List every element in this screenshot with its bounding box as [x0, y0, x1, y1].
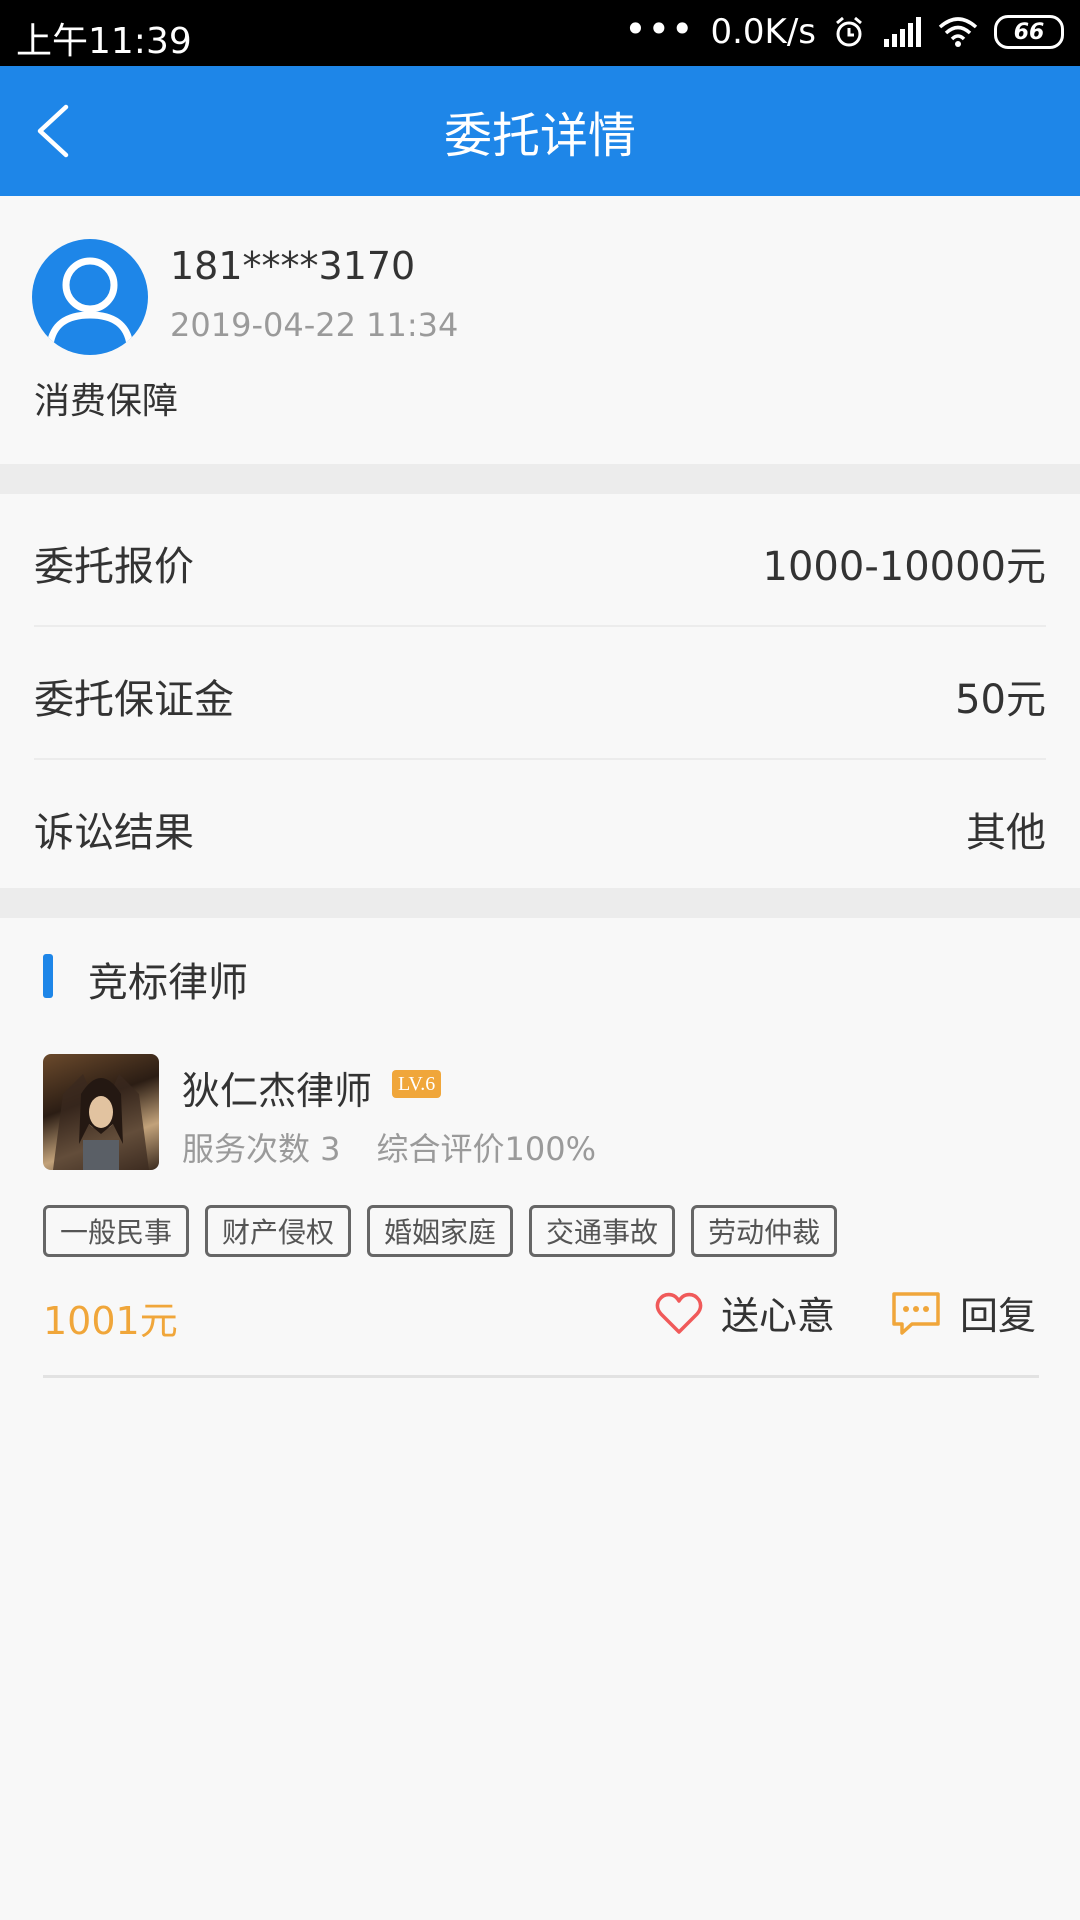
bidding-lawyers-header: 竞标律师 — [0, 918, 1080, 1038]
battery-level: 66 — [1013, 19, 1045, 45]
lawyer-stats: 服务次数 3 综合评价100% — [182, 1124, 596, 1170]
specialty-tag: 财产侵权 — [205, 1205, 352, 1257]
lawyer-portrait-image — [53, 1074, 149, 1170]
chat-bubble-icon — [892, 1291, 940, 1335]
app-bar: 委托详情 — [0, 66, 1080, 196]
reply-label: 回复 — [960, 1294, 1037, 1338]
bid-price: 1001元 — [43, 1299, 178, 1343]
client-phone: 181****3170 — [170, 244, 416, 288]
send-gift-button[interactable]: 送心意 — [655, 1285, 835, 1340]
info-row-result: 诉讼结果 其他 — [34, 760, 1046, 893]
battery-icon: 66 — [994, 15, 1064, 49]
info-value: 其他 — [966, 810, 1046, 856]
net-speed: 0.0K/s — [710, 12, 816, 52]
page-title: 委托详情 — [443, 108, 636, 164]
case-category: 消费保障 — [34, 381, 179, 422]
user-icon — [46, 257, 134, 346]
status-icons: ••• 0.0K/s 66 — [624, 7, 1064, 52]
section-divider — [0, 464, 1080, 494]
wifi-icon — [938, 17, 978, 47]
lawyer-name[interactable]: 狄仁杰律师 — [182, 1060, 372, 1115]
specialty-tags: 一般民事 财产侵权 婚姻家庭 交通事故 劳动仲裁 — [43, 1205, 838, 1257]
client-date: 2019-04-22 11:34 — [170, 306, 459, 344]
lawyer-avatar[interactable] — [43, 1054, 159, 1170]
info-label: 委托报价 — [34, 544, 194, 590]
level-badge: LV.6 — [392, 1070, 442, 1098]
info-label: 委托保证金 — [34, 677, 234, 723]
client-card: 181****3170 2019-04-22 11:34 消费保障 — [0, 196, 1080, 464]
rating: 综合评价100% — [376, 1130, 597, 1168]
section-divider — [0, 888, 1080, 918]
info-row-quote: 委托报价 1000-10000元 — [34, 494, 1046, 627]
more-dots-icon: ••• — [624, 7, 695, 51]
reply-button[interactable]: 回复 — [890, 1285, 1036, 1340]
status-bar: 上午11:39 ••• 0.0K/s 66 — [0, 0, 1080, 66]
info-value: 50元 — [955, 677, 1046, 723]
send-gift-label: 送心意 — [721, 1294, 836, 1338]
specialty-tag: 一般民事 — [43, 1205, 190, 1257]
alarm-icon — [836, 16, 862, 47]
specialty-tag: 劳动仲裁 — [691, 1205, 838, 1257]
avatar — [32, 239, 148, 355]
signal-icon — [884, 17, 921, 47]
item-divider — [43, 1375, 1039, 1378]
section-title: 竞标律师 — [88, 960, 248, 1006]
specialty-tag: 婚姻家庭 — [367, 1205, 514, 1257]
info-row-deposit: 委托保证金 50元 — [34, 627, 1046, 760]
specialty-tag: 交通事故 — [529, 1205, 676, 1257]
section-accent-bar — [43, 954, 53, 998]
commission-info: 委托报价 1000-10000元 委托保证金 50元 诉讼结果 其他 — [0, 494, 1080, 893]
status-time: 上午11:39 — [16, 21, 192, 62]
info-value: 1000-10000元 — [762, 544, 1046, 590]
info-label: 诉讼结果 — [34, 810, 194, 856]
service-count: 服务次数 3 — [182, 1130, 341, 1168]
heart-icon — [655, 1292, 703, 1334]
